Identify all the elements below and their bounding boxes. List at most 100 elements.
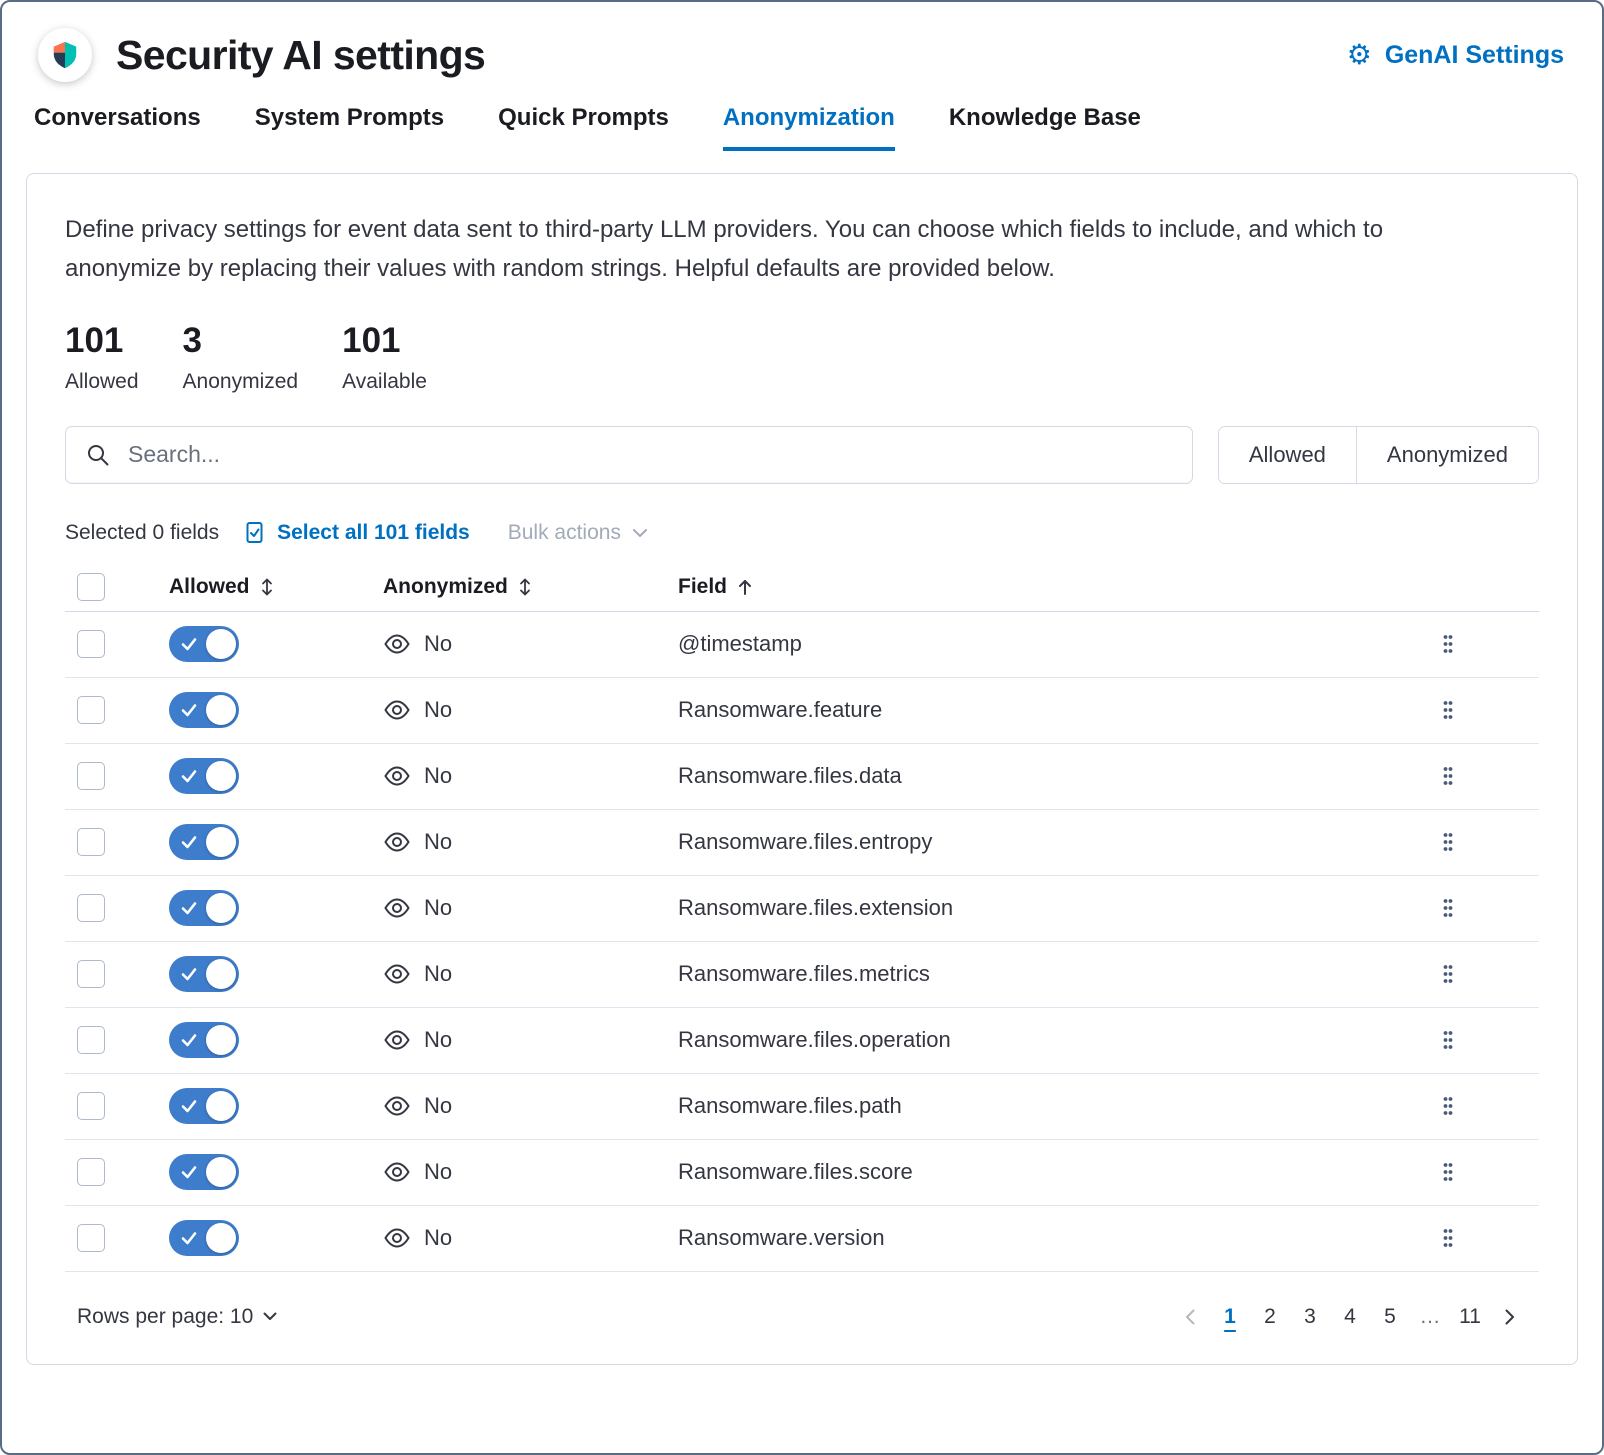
page-title: Security AI settings xyxy=(116,32,485,79)
allowed-toggle[interactable] xyxy=(169,1022,239,1058)
field-name: Ransomware.files.extension xyxy=(678,895,1429,921)
row-checkbox[interactable] xyxy=(77,762,105,790)
chevron-down-icon xyxy=(631,527,649,539)
row-actions-button[interactable] xyxy=(1435,957,1461,991)
actions-dots-icon xyxy=(1441,1161,1455,1183)
allowed-toggle[interactable] xyxy=(169,626,239,662)
row-checkbox[interactable] xyxy=(77,630,105,658)
row-checkbox[interactable] xyxy=(77,1158,105,1186)
page-number-button[interactable]: 1 xyxy=(1213,1296,1247,1338)
anonymized-toggle[interactable]: No xyxy=(383,894,678,922)
row-actions-button[interactable] xyxy=(1435,825,1461,859)
eye-icon xyxy=(383,1158,411,1186)
previous-page-button[interactable] xyxy=(1173,1296,1207,1338)
bulk-actions-button[interactable]: Bulk actions xyxy=(508,521,649,545)
page-number-button[interactable]: 11 xyxy=(1453,1296,1487,1338)
tab[interactable]: System Prompts xyxy=(255,104,444,151)
anonymized-toggle[interactable]: No xyxy=(383,1026,678,1054)
stats-row: 101 Allowed 3 Anonymized 101 Available xyxy=(65,322,1539,394)
table-body: No @timestamp xyxy=(65,612,1539,1272)
eye-icon xyxy=(383,960,411,988)
column-header-anonymized[interactable]: Anonymized xyxy=(383,575,678,599)
anonymized-toggle[interactable]: No xyxy=(383,1158,678,1186)
allowed-toggle[interactable] xyxy=(169,890,239,926)
allowed-toggle[interactable] xyxy=(169,1154,239,1190)
search-box xyxy=(65,426,1193,484)
row-checkbox[interactable] xyxy=(77,696,105,724)
column-header-allowed[interactable]: Allowed xyxy=(169,575,383,599)
row-checkbox[interactable] xyxy=(77,894,105,922)
stat-label: Anonymized xyxy=(183,370,299,394)
row-checkbox[interactable] xyxy=(77,1224,105,1252)
table-row: No Ransomware.files.score xyxy=(65,1140,1539,1206)
toggle-thumb xyxy=(206,827,236,857)
allowed-toggle[interactable] xyxy=(169,824,239,860)
page-number-button[interactable]: 3 xyxy=(1293,1296,1327,1338)
row-checkbox[interactable] xyxy=(77,960,105,988)
selection-row: Selected 0 fields Select all 101 fields … xyxy=(65,520,1539,546)
search-input[interactable] xyxy=(126,440,1173,469)
row-checkbox[interactable] xyxy=(77,1026,105,1054)
allowed-toggle[interactable] xyxy=(169,758,239,794)
filter-button[interactable]: Allowed xyxy=(1219,427,1356,483)
table-row: No Ransomware.files.data xyxy=(65,744,1539,810)
filter-button[interactable]: Anonymized xyxy=(1356,427,1538,483)
field-name: Ransomware.files.entropy xyxy=(678,829,1429,855)
field-name: @timestamp xyxy=(678,631,1429,657)
table-row: No @timestamp xyxy=(65,612,1539,678)
anonymized-toggle[interactable]: No xyxy=(383,1092,678,1120)
tab[interactable]: Anonymization xyxy=(723,104,895,151)
page-number-button[interactable]: 2 xyxy=(1253,1296,1287,1338)
row-checkbox[interactable] xyxy=(77,1092,105,1120)
genai-settings-label: GenAI Settings xyxy=(1385,41,1564,70)
genai-settings-button[interactable]: ⚙ GenAI Settings xyxy=(1347,41,1564,70)
page-number-button[interactable]: 4 xyxy=(1333,1296,1367,1338)
column-header-field[interactable]: Field xyxy=(678,575,1429,599)
row-actions-button[interactable] xyxy=(1435,1221,1461,1255)
allowed-toggle[interactable] xyxy=(169,692,239,728)
row-actions-button[interactable] xyxy=(1435,627,1461,661)
toggle-thumb xyxy=(206,629,236,659)
allowed-toggle[interactable] xyxy=(169,1220,239,1256)
page-number-button[interactable]: … xyxy=(1413,1296,1447,1338)
allowed-toggle[interactable] xyxy=(169,1088,239,1124)
anonymized-toggle[interactable]: No xyxy=(383,630,678,658)
anonymized-value: No xyxy=(424,1159,452,1185)
tab-label: Quick Prompts xyxy=(498,104,669,131)
tab[interactable]: Knowledge Base xyxy=(949,104,1141,151)
allowed-toggle[interactable] xyxy=(169,956,239,992)
eye-icon xyxy=(383,696,411,724)
filter-group: Allowed Anonymized xyxy=(1218,426,1539,484)
row-actions-button[interactable] xyxy=(1435,891,1461,925)
table-row: No Ransomware.files.operation xyxy=(65,1008,1539,1074)
rows-per-page-button[interactable]: Rows per page: 10 xyxy=(77,1305,278,1329)
anonymized-value: No xyxy=(424,631,452,657)
row-actions-button[interactable] xyxy=(1435,693,1461,727)
anonymized-toggle[interactable]: No xyxy=(383,828,678,856)
eye-icon xyxy=(383,762,411,790)
anonymized-toggle[interactable]: No xyxy=(383,1224,678,1252)
security-shield-icon xyxy=(50,39,80,71)
security-app-logo xyxy=(38,28,92,82)
row-actions-button[interactable] xyxy=(1435,1023,1461,1057)
table-row: No Ransomware.feature xyxy=(65,678,1539,744)
column-header-field-label: Field xyxy=(678,575,727,599)
select-all-checkbox[interactable] xyxy=(77,573,105,601)
select-all-fields-button[interactable]: Select all 101 fields xyxy=(243,520,470,546)
anonymized-value: No xyxy=(424,829,452,855)
row-checkbox[interactable] xyxy=(77,828,105,856)
anonymized-toggle[interactable]: No xyxy=(383,696,678,724)
table-row: No Ransomware.version xyxy=(65,1206,1539,1272)
anonymized-toggle[interactable]: No xyxy=(383,762,678,790)
anonymized-value: No xyxy=(424,895,452,921)
next-page-button[interactable] xyxy=(1493,1296,1527,1338)
page-number-button[interactable]: 5 xyxy=(1373,1296,1407,1338)
tab[interactable]: Conversations xyxy=(34,104,201,151)
stat-item: 101 Available xyxy=(342,322,427,394)
row-actions-button[interactable] xyxy=(1435,1155,1461,1189)
row-actions-button[interactable] xyxy=(1435,759,1461,793)
anonymized-toggle[interactable]: No xyxy=(383,960,678,988)
anonymized-value: No xyxy=(424,697,452,723)
tab[interactable]: Quick Prompts xyxy=(498,104,669,151)
row-actions-button[interactable] xyxy=(1435,1089,1461,1123)
